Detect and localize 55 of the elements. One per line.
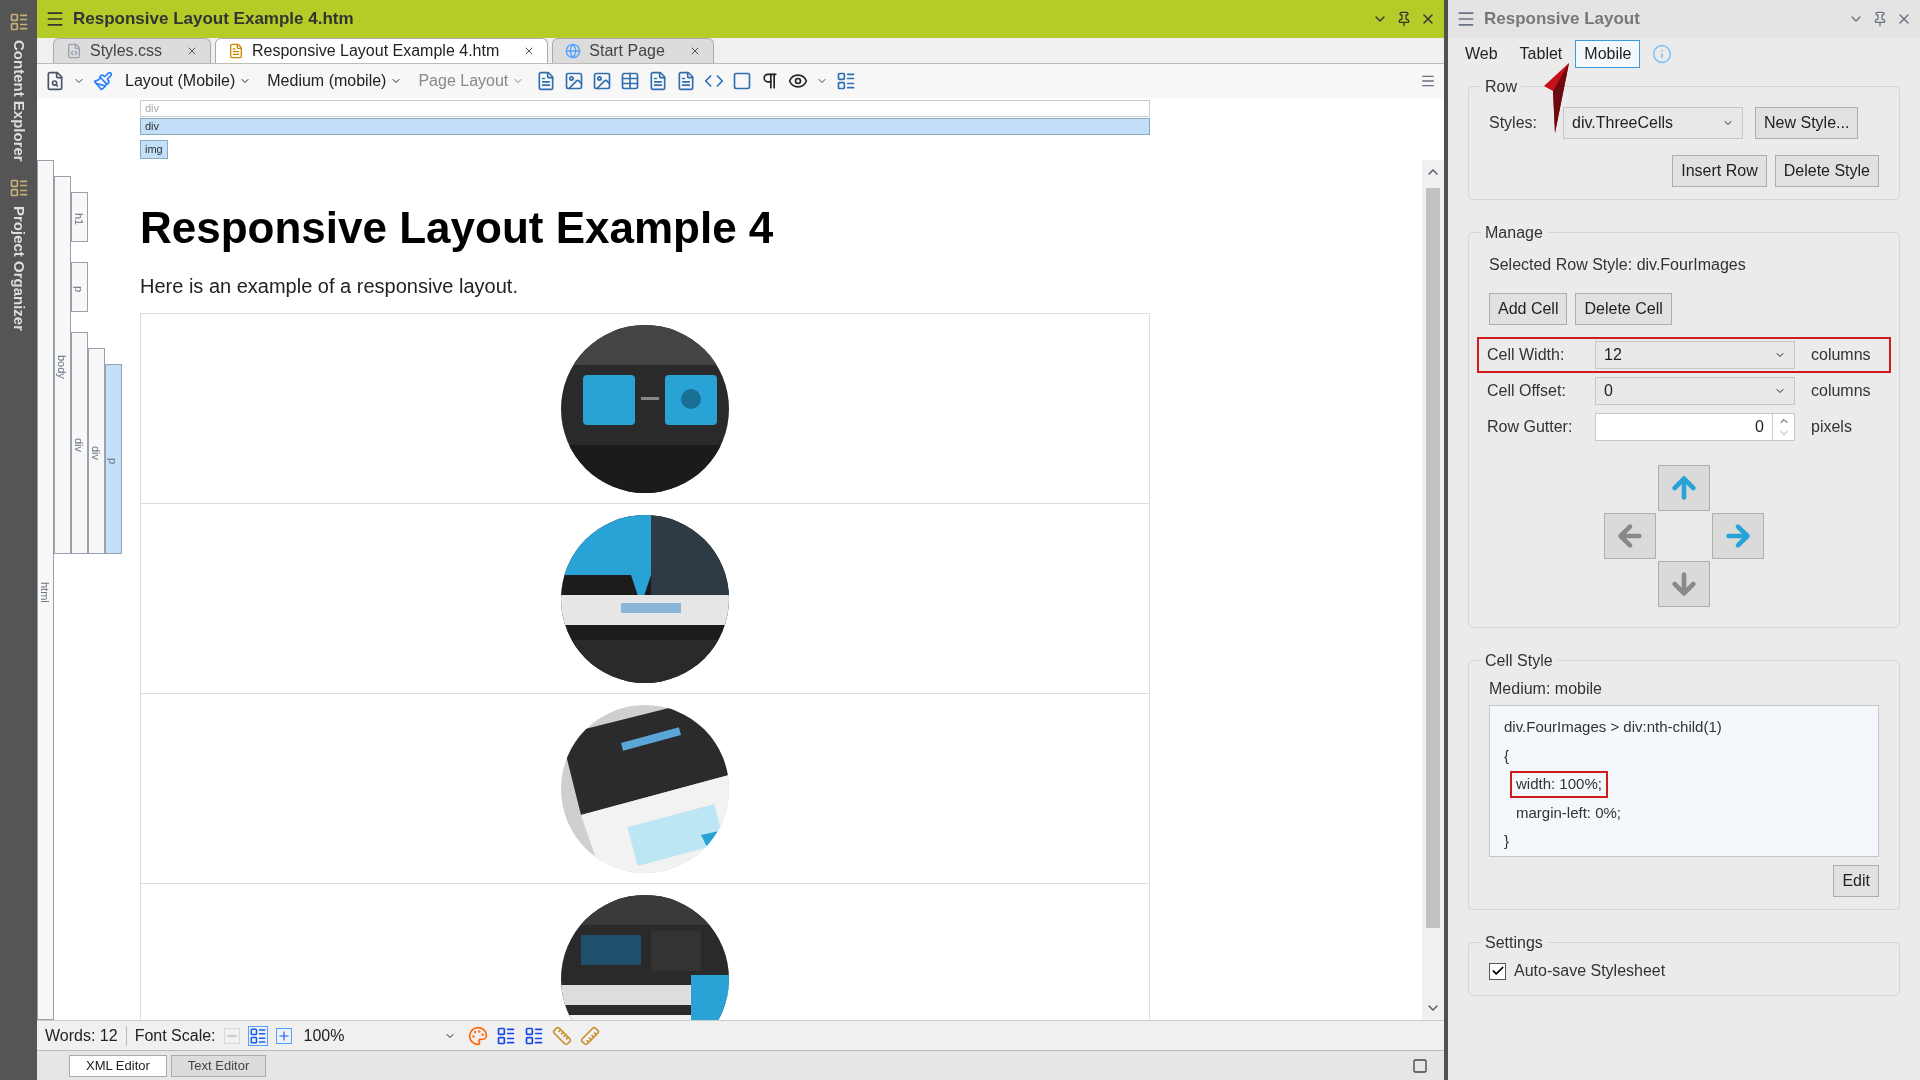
panel-title: Responsive Layout	[1484, 8, 1641, 31]
tab-label: Styles.css	[90, 41, 162, 61]
toolbar-dropdown[interactable]: Layout (Mobile)	[121, 69, 256, 93]
layout-tab[interactable]: Mobile	[1575, 40, 1641, 68]
css-line: }	[1503, 831, 1510, 851]
word-count: Words: 12	[45, 1025, 118, 1046]
unit-label: columns	[1811, 345, 1871, 365]
document-tab[interactable]: Responsive Layout Example 4.htm	[215, 38, 549, 63]
tag-tree-column[interactable]: div	[71, 332, 88, 554]
tag-tree-column[interactable]: h1	[71, 192, 88, 242]
tag-tree-column[interactable]: div	[88, 348, 105, 554]
css-line: div.FourImages > div:nth-child(1)	[1503, 717, 1723, 737]
page-paragraph: Here is an example of a responsive layout.	[140, 274, 519, 299]
document-tab[interactable]: Start Page	[552, 38, 714, 63]
unit-label: pixels	[1811, 417, 1852, 437]
tab-label: Start Page	[589, 41, 665, 61]
field-label: Row Gutter:	[1487, 417, 1574, 437]
value-dropdown[interactable]: 12	[1595, 341, 1795, 369]
css-line: {	[1503, 745, 1510, 766]
medium-label: Medium: mobile	[1489, 679, 1603, 699]
field-label: Styles:	[1489, 113, 1538, 133]
element-tag[interactable]: img	[140, 140, 168, 159]
tag-tree-column[interactable]: body	[54, 176, 71, 554]
tag-tree-column[interactable]: html	[37, 160, 54, 1020]
delete-cell-button[interactable]: Delete Cell	[1575, 293, 1672, 325]
zoom-dropdown[interactable]: 100%	[299, 1023, 460, 1048]
page-heading: Responsive Layout Example 4	[140, 202, 775, 254]
css-line: margin-left: 0%;	[1515, 802, 1623, 823]
delete-style-button[interactable]: Delete Style	[1774, 155, 1879, 187]
window-title: Responsive Layout Example 4.htm	[73, 8, 355, 31]
new-style-button[interactable]: New Style...	[1755, 107, 1859, 139]
layout-tab[interactable]: Web	[1456, 40, 1507, 68]
tag-tree-column[interactable]: p	[71, 262, 88, 312]
styles-dropdown[interactable]: div.ThreeCells	[1563, 107, 1743, 139]
block-bar[interactable]: div	[140, 118, 1150, 135]
field-label: Cell Width:	[1487, 345, 1566, 365]
spinner-field[interactable]: 0	[1595, 413, 1795, 441]
checkbox-label: Auto-save Stylesheet	[1514, 961, 1666, 981]
document-tab[interactable]: Styles.css	[53, 38, 211, 63]
tab-label: Responsive Layout Example 4.htm	[252, 41, 500, 61]
insert-row-button[interactable]: Insert Row	[1672, 155, 1767, 187]
toolbar-dropdown[interactable]: Medium (mobile)	[263, 69, 407, 93]
field-label: Cell Offset:	[1487, 381, 1567, 401]
dock-tab[interactable]: Project Organizer	[7, 205, 30, 331]
view-tab[interactable]: XML Editor	[69, 1054, 167, 1077]
dock-tab[interactable]: Content Explorer	[7, 40, 30, 162]
selected-row-style: Selected Row Style: div.FourImages	[1489, 255, 1747, 275]
tag-tree-column[interactable]: p	[105, 364, 122, 554]
value-dropdown[interactable]: 0	[1595, 377, 1795, 405]
font-scale-label: Font Scale:	[134, 1025, 216, 1046]
view-tab[interactable]: Text Editor	[170, 1054, 267, 1077]
layout-tab[interactable]: Tablet	[1510, 40, 1572, 68]
unit-label: columns	[1811, 381, 1871, 401]
edit-button[interactable]: Edit	[1833, 865, 1879, 897]
add-cell-button[interactable]: Add Cell	[1489, 293, 1568, 325]
